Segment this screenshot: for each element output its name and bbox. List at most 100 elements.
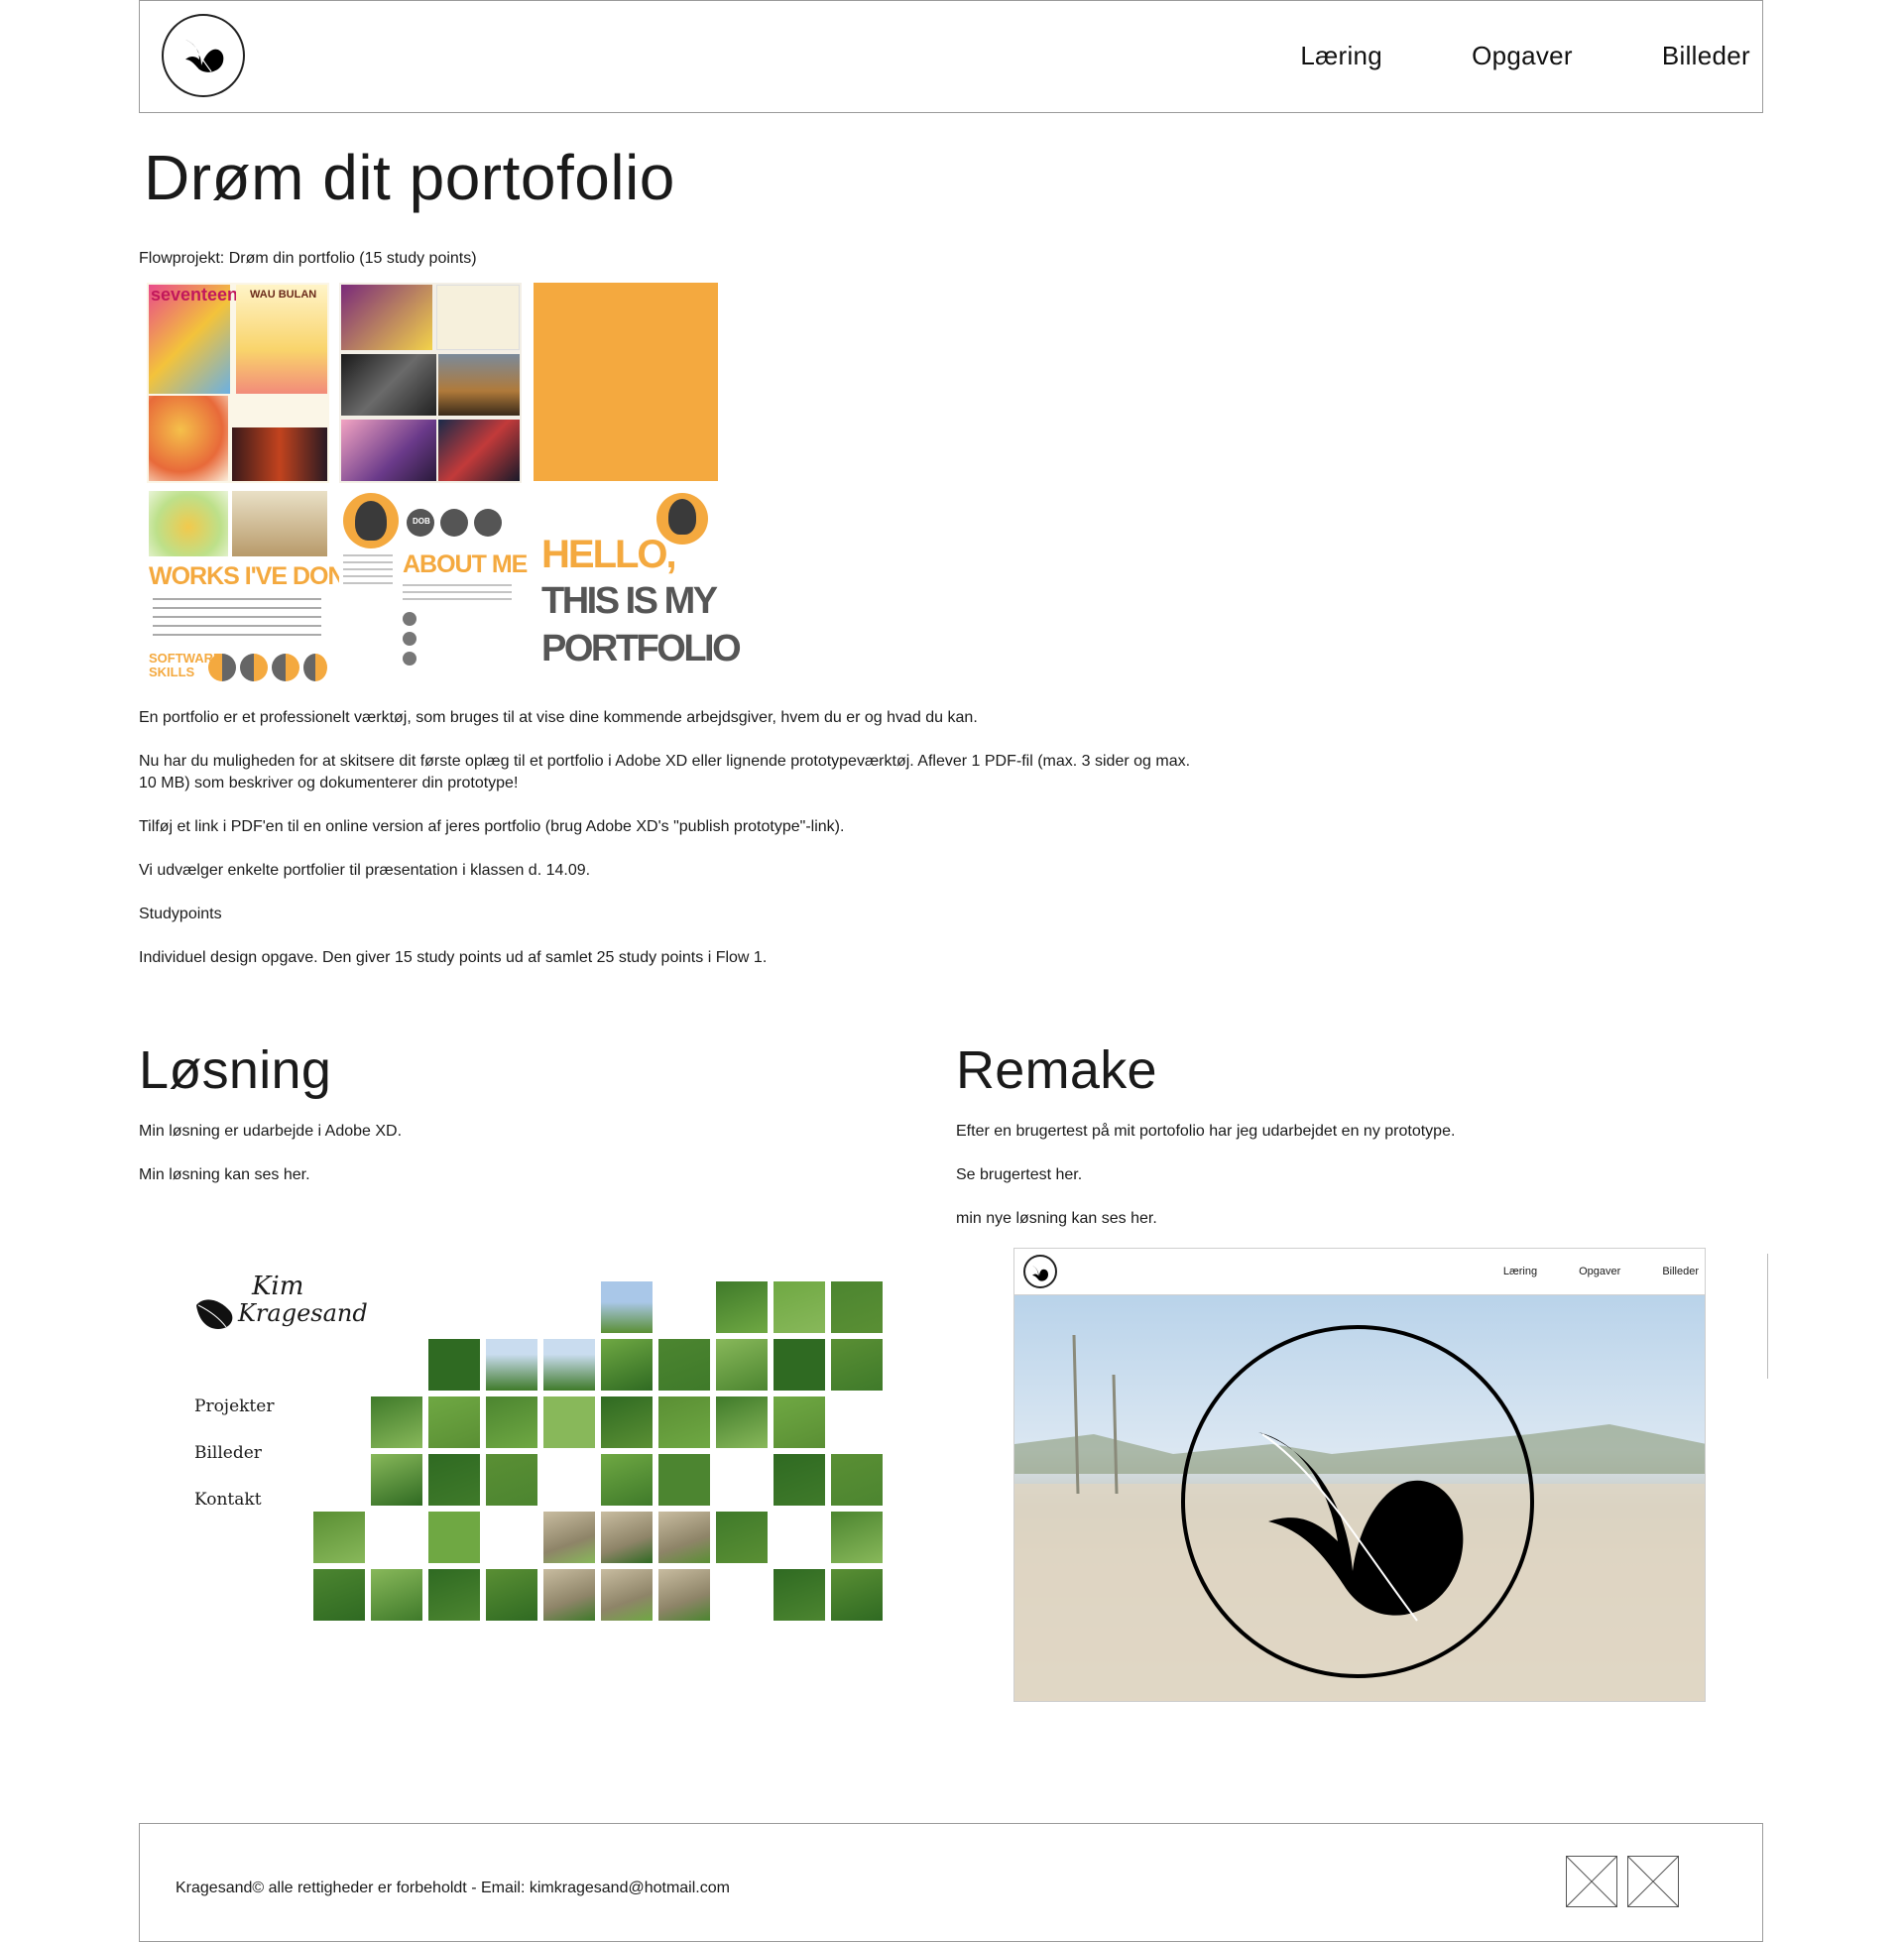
photo-grid-cell — [543, 1396, 595, 1448]
footer-copyright: Kragesand© alle rettigheder er forbehold… — [176, 1880, 730, 1896]
photo-grid-cell — [486, 1396, 537, 1448]
feather-small-icon — [1032, 1266, 1048, 1281]
brand-name-line2: Kragesand — [238, 1299, 368, 1327]
paragraph: En portfolio er et professionelt værktøj… — [139, 709, 978, 726]
photo-grid-cell — [716, 1281, 768, 1333]
paragraph: Vi udvælger enkelte portfolier til præse… — [139, 862, 591, 879]
prototype-nav: Læring Opgaver Billeder — [1462, 1266, 1699, 1277]
remake-usertest-link[interactable]: Se brugertest her. — [956, 1164, 1082, 1186]
project-lead: Flowprojekt: Drøm din portfolio (15 stud… — [139, 250, 477, 267]
paragraph: Tilføj et link i PDF'en til en online ve… — [139, 818, 845, 835]
photo-grid-cell — [831, 1281, 883, 1333]
magazine-cover-text: WAU BULAN — [250, 289, 317, 301]
losning-prototype-image: Kim Kragesand Projekter Billeder Kontakt — [190, 1252, 885, 1629]
hello-page: HELLO, THIS IS MY PORTFOLIO — [534, 491, 742, 689]
photo-grid-cell — [313, 1569, 365, 1621]
photo-grid-cell — [486, 1339, 537, 1391]
prototype-header: Læring Opgaver Billeder — [1014, 1249, 1705, 1295]
brand-name-line1: Kim — [252, 1272, 304, 1301]
feather-circle-icon — [1181, 1325, 1534, 1678]
divider — [1767, 1254, 1768, 1379]
logo-link[interactable] — [162, 14, 245, 97]
photo-grid-cell — [486, 1569, 537, 1621]
site-footer: Kragesand© alle rettigheder er forbehold… — [139, 1823, 1763, 1942]
placeholder-icon[interactable] — [1566, 1856, 1617, 1907]
main-nav: Læring Opgaver Billeder — [1300, 41, 1750, 71]
feather-logo-icon — [185, 40, 224, 72]
photo-grid-cell — [428, 1512, 480, 1563]
photo-grid-cell — [831, 1339, 883, 1391]
photo-grid-cell — [774, 1569, 825, 1621]
placeholder-icon[interactable] — [1627, 1856, 1679, 1907]
photo-grid-cell — [543, 1339, 595, 1391]
works-page: WORKS I'VE DONE SOFTWARE SKILLS — [147, 491, 361, 689]
remake-link-text[interactable]: min nye løsning kan ses her. — [956, 1208, 1157, 1230]
photo-grid-cell — [371, 1569, 422, 1621]
photo-grid-cell — [831, 1454, 883, 1506]
prototype-menu-billeder: Billeder — [194, 1443, 262, 1463]
photo-grid-cell — [658, 1339, 710, 1391]
photo-grid-cell — [313, 1512, 365, 1563]
photo-grid-cell — [543, 1569, 595, 1621]
photo-grid-cell — [428, 1339, 480, 1391]
photo-grid-cell — [774, 1339, 825, 1391]
photo-grid-cell — [601, 1512, 653, 1563]
photo-page — [339, 283, 522, 483]
paragraph: Nu har du muligheden for at skitsere dit… — [139, 753, 1191, 791]
nav-laering[interactable]: Læring — [1300, 41, 1382, 71]
magazine-masthead: seventeen — [151, 285, 239, 304]
photo-grid-cell — [658, 1396, 710, 1448]
magazine-page: seventeen WAU BULAN — [147, 283, 329, 483]
photo-grid-cell — [658, 1569, 710, 1621]
photo-grid-cell — [543, 1512, 595, 1563]
prototype-menu-kontakt: Kontakt — [194, 1490, 262, 1510]
site-header: Læring Opgaver Billeder — [139, 0, 1763, 113]
about-page: DOB ABOUT ME — [339, 491, 528, 689]
cover-line3: PORTFOLIO — [541, 628, 742, 669]
photo-grid-cell — [601, 1339, 653, 1391]
photo-grid-cell — [716, 1512, 768, 1563]
prototype-nav-billeder: Billeder — [1662, 1266, 1699, 1277]
photo-grid-cell — [774, 1281, 825, 1333]
prototype-menu: Projekter Billeder Kontakt — [194, 1396, 274, 1536]
nav-billeder[interactable]: Billeder — [1662, 41, 1750, 71]
prototype-nav-laering: Læring — [1502, 1266, 1538, 1277]
photo-grid-cell — [371, 1454, 422, 1506]
landscape-photo — [1014, 1295, 1705, 1701]
paragraph: Studypoints — [139, 906, 222, 922]
photo-grid-cell — [831, 1512, 883, 1563]
photo-grid-cell — [428, 1454, 480, 1506]
page-title: Drøm dit portofolio — [144, 142, 675, 213]
losning-title: Løsning — [139, 1040, 332, 1100]
nav-opgaver[interactable]: Opgaver — [1472, 41, 1573, 71]
cover-line2: THIS IS MY — [541, 580, 718, 622]
losning-link-text[interactable]: Min løsning kan ses her. — [139, 1164, 310, 1186]
prototype-menu-projekter: Projekter — [194, 1396, 275, 1416]
prototype-logo — [1023, 1255, 1057, 1288]
paragraph: Individuel design opgave. Den giver 15 s… — [139, 949, 768, 966]
remake-text: Efter en brugertest på mit portofolio ha… — [956, 1123, 1456, 1140]
dob-badge: DOB — [413, 517, 430, 526]
photo-grid-cell — [658, 1454, 710, 1506]
photo-grid-cell — [371, 1396, 422, 1448]
about-heading: ABOUT ME — [403, 550, 528, 578]
photo-grid-cell — [831, 1569, 883, 1621]
photo-grid-cell — [658, 1512, 710, 1563]
photo-grid-cell — [486, 1454, 537, 1506]
photo-grid-cell — [774, 1454, 825, 1506]
photo-grid-cell — [601, 1569, 653, 1621]
software-heading: SOFTWARE SKILLS — [149, 651, 222, 679]
photo-grid-cell — [601, 1454, 653, 1506]
losning-text: Min løsning er udarbejde i Adobe XD. — [139, 1123, 403, 1140]
remake-title: Remake — [956, 1040, 1157, 1100]
photo-grid-cell — [428, 1396, 480, 1448]
brand-logo: Kim Kragesand — [190, 1252, 418, 1361]
photo-grid-cell — [774, 1396, 825, 1448]
orange-cover — [534, 283, 718, 481]
works-heading: WORKS I'VE DONE — [149, 562, 361, 590]
prototype-nav-opgaver: Opgaver — [1579, 1266, 1621, 1277]
cover-line1: HELLO, — [541, 533, 677, 576]
photo-grid-cell — [428, 1569, 480, 1621]
photo-grid-cell — [716, 1396, 768, 1448]
remake-prototype-image: Læring Opgaver Billeder — [1013, 1248, 1706, 1702]
